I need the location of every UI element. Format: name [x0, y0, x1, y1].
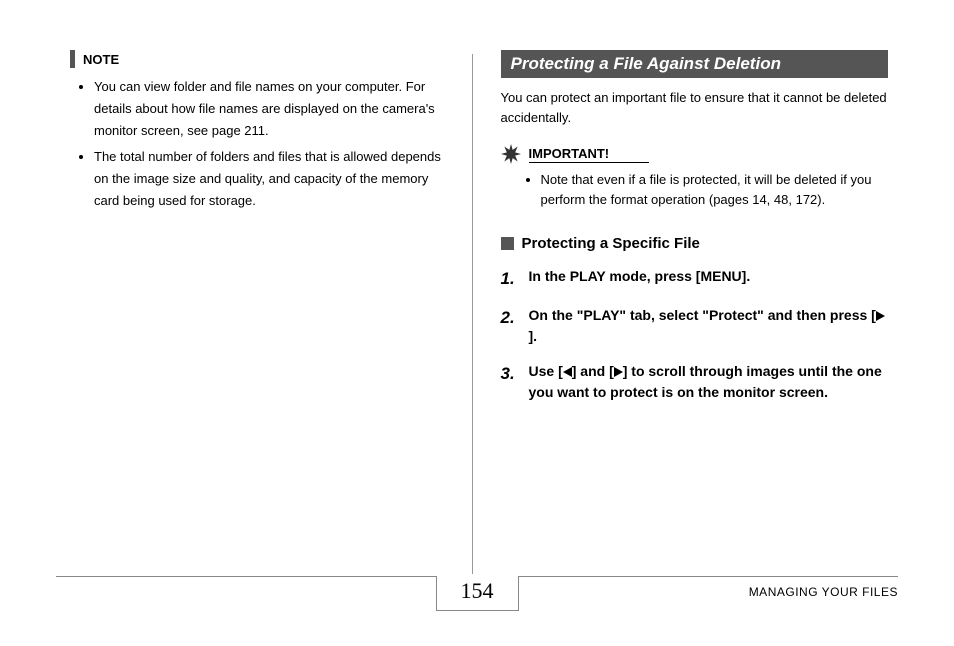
triangle-right-icon: [876, 311, 885, 321]
step-number: 3.: [501, 361, 519, 403]
triangle-right-icon: [614, 367, 623, 377]
note-bullet-list: You can view folder and file names on yo…: [66, 76, 454, 213]
step-text: Use [] and [] to scroll through images u…: [529, 361, 889, 403]
page-footer: 154 MANAGING YOUR FILES: [56, 576, 898, 618]
section-intro: You can protect an important file to ens…: [501, 88, 889, 128]
square-bullet-icon: [501, 237, 514, 250]
note-label: NOTE: [83, 52, 119, 67]
important-bullet: Note that even if a file is protected, i…: [541, 170, 889, 210]
note-bullet: You can view folder and file names on yo…: [94, 76, 454, 142]
step-item: 1. In the PLAY mode, press [MENU].: [501, 266, 889, 292]
section-title: Protecting a File Against Deletion: [501, 50, 889, 78]
starburst-icon: [501, 144, 521, 164]
footer-section-label: MANAGING YOUR FILES: [749, 585, 898, 599]
step-number: 1.: [501, 266, 519, 292]
important-label: IMPORTANT!: [529, 146, 650, 163]
step-item: 2. On the "PLAY" tab, select "Protect" a…: [501, 305, 889, 347]
step-text: On the "PLAY" tab, select "Protect" and …: [529, 305, 889, 347]
important-bullet-list: Note that even if a file is protected, i…: [501, 170, 889, 210]
page-number: 154: [436, 576, 519, 611]
step-item: 3. Use [] and [] to scroll through image…: [501, 361, 889, 403]
steps-list: 1. In the PLAY mode, press [MENU]. 2. On…: [501, 266, 889, 404]
note-bullet: The total number of folders and files th…: [94, 146, 454, 212]
note-bar-icon: [70, 50, 75, 68]
step-number: 2.: [501, 305, 519, 347]
step-text: In the PLAY mode, press [MENU].: [529, 266, 751, 292]
triangle-left-icon: [563, 367, 572, 377]
sub-heading: Protecting a Specific File: [522, 235, 700, 252]
